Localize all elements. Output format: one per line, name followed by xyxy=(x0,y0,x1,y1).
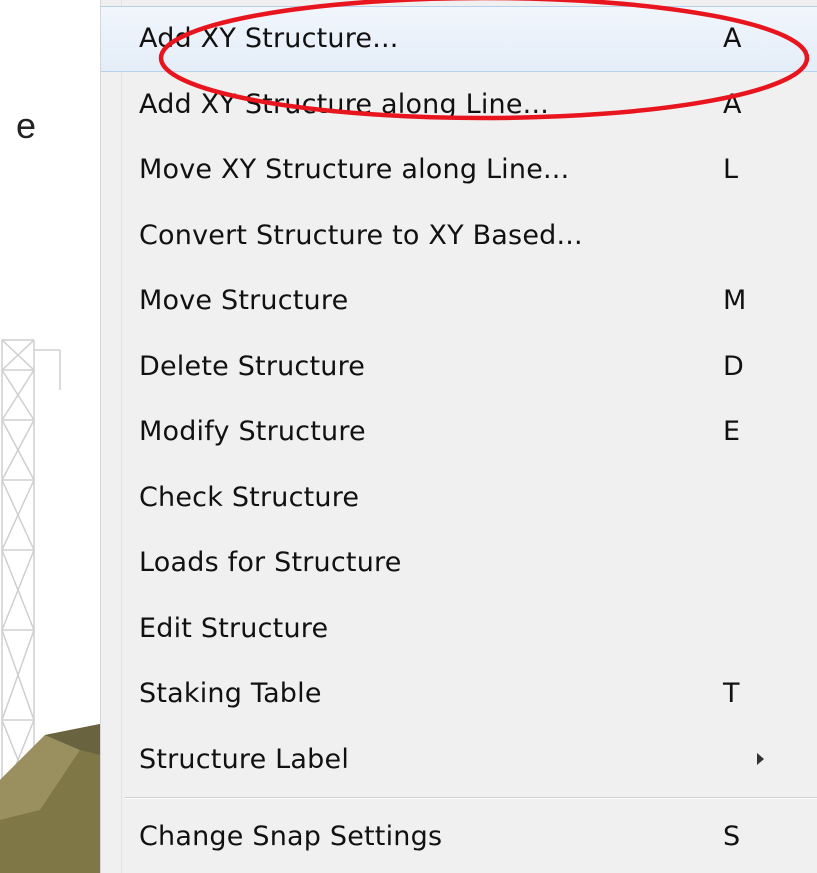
menu-item-shortcut: T xyxy=(723,678,740,710)
context-menu: Add XY Structure... A Add XY Structure a… xyxy=(100,0,817,873)
menu-item-move-structure[interactable]: Move Structure M xyxy=(101,268,817,334)
menu-item-staking-table[interactable]: Staking Table T xyxy=(101,661,817,727)
menu-item-label: Convert Structure to XY Based... xyxy=(139,219,583,251)
menu-item-delete-structure[interactable]: Delete Structure D xyxy=(101,334,817,400)
menu-item-loads-for-structure[interactable]: Loads for Structure xyxy=(101,530,817,596)
menu-item-shortcut: S xyxy=(723,821,741,853)
menu-item-label: Modify Structure xyxy=(139,416,366,448)
menu-item-shortcut: E xyxy=(723,416,741,448)
menu-item-check-structure[interactable]: Check Structure xyxy=(101,465,817,531)
menu-item-label: Check Structure xyxy=(139,481,360,513)
menu-item-label: Move XY Structure along Line... xyxy=(139,154,570,186)
menu-item-label: Staking Table xyxy=(139,678,322,710)
menu-item-shortcut: D xyxy=(723,350,744,382)
menu-item-shortcut: A xyxy=(723,23,742,55)
menu-item-shortcut: M xyxy=(723,285,747,317)
menu-separator xyxy=(101,792,817,804)
background-partial-text: e xyxy=(16,105,37,146)
menu-item-shortcut: L xyxy=(723,154,739,186)
menu-item-label: Structure Label xyxy=(139,743,350,775)
menu-item-shortcut: A xyxy=(723,88,742,120)
menu-item-edit-structure[interactable]: Edit Structure xyxy=(101,596,817,662)
menu-item-add-xy-structure[interactable]: Add XY Structure... A xyxy=(101,6,817,72)
menu-item-list: Add XY Structure... A Add XY Structure a… xyxy=(101,6,817,870)
menu-item-structure-label[interactable]: Structure Label xyxy=(101,727,817,793)
menu-item-label: Loads for Structure xyxy=(139,547,402,579)
menu-item-label: Move Structure xyxy=(139,285,349,317)
menu-item-convert-structure-to-xy-based[interactable]: Convert Structure to XY Based... xyxy=(101,203,817,269)
menu-item-move-xy-structure-along-line[interactable]: Move XY Structure along Line... L xyxy=(101,137,817,203)
triangle-right-icon xyxy=(757,753,764,766)
menu-item-label: Add XY Structure along Line... xyxy=(139,88,550,120)
menu-item-label: Edit Structure xyxy=(139,612,329,644)
menu-item-modify-structure[interactable]: Modify Structure E xyxy=(101,399,817,465)
menu-item-change-snap-settings[interactable]: Change Snap Settings S xyxy=(101,804,817,870)
menu-item-label: Change Snap Settings xyxy=(139,821,443,853)
menu-item-add-xy-structure-along-line[interactable]: Add XY Structure along Line... A xyxy=(101,72,817,138)
menu-item-label: Delete Structure xyxy=(139,350,366,382)
menu-item-label: Add XY Structure... xyxy=(139,23,399,55)
